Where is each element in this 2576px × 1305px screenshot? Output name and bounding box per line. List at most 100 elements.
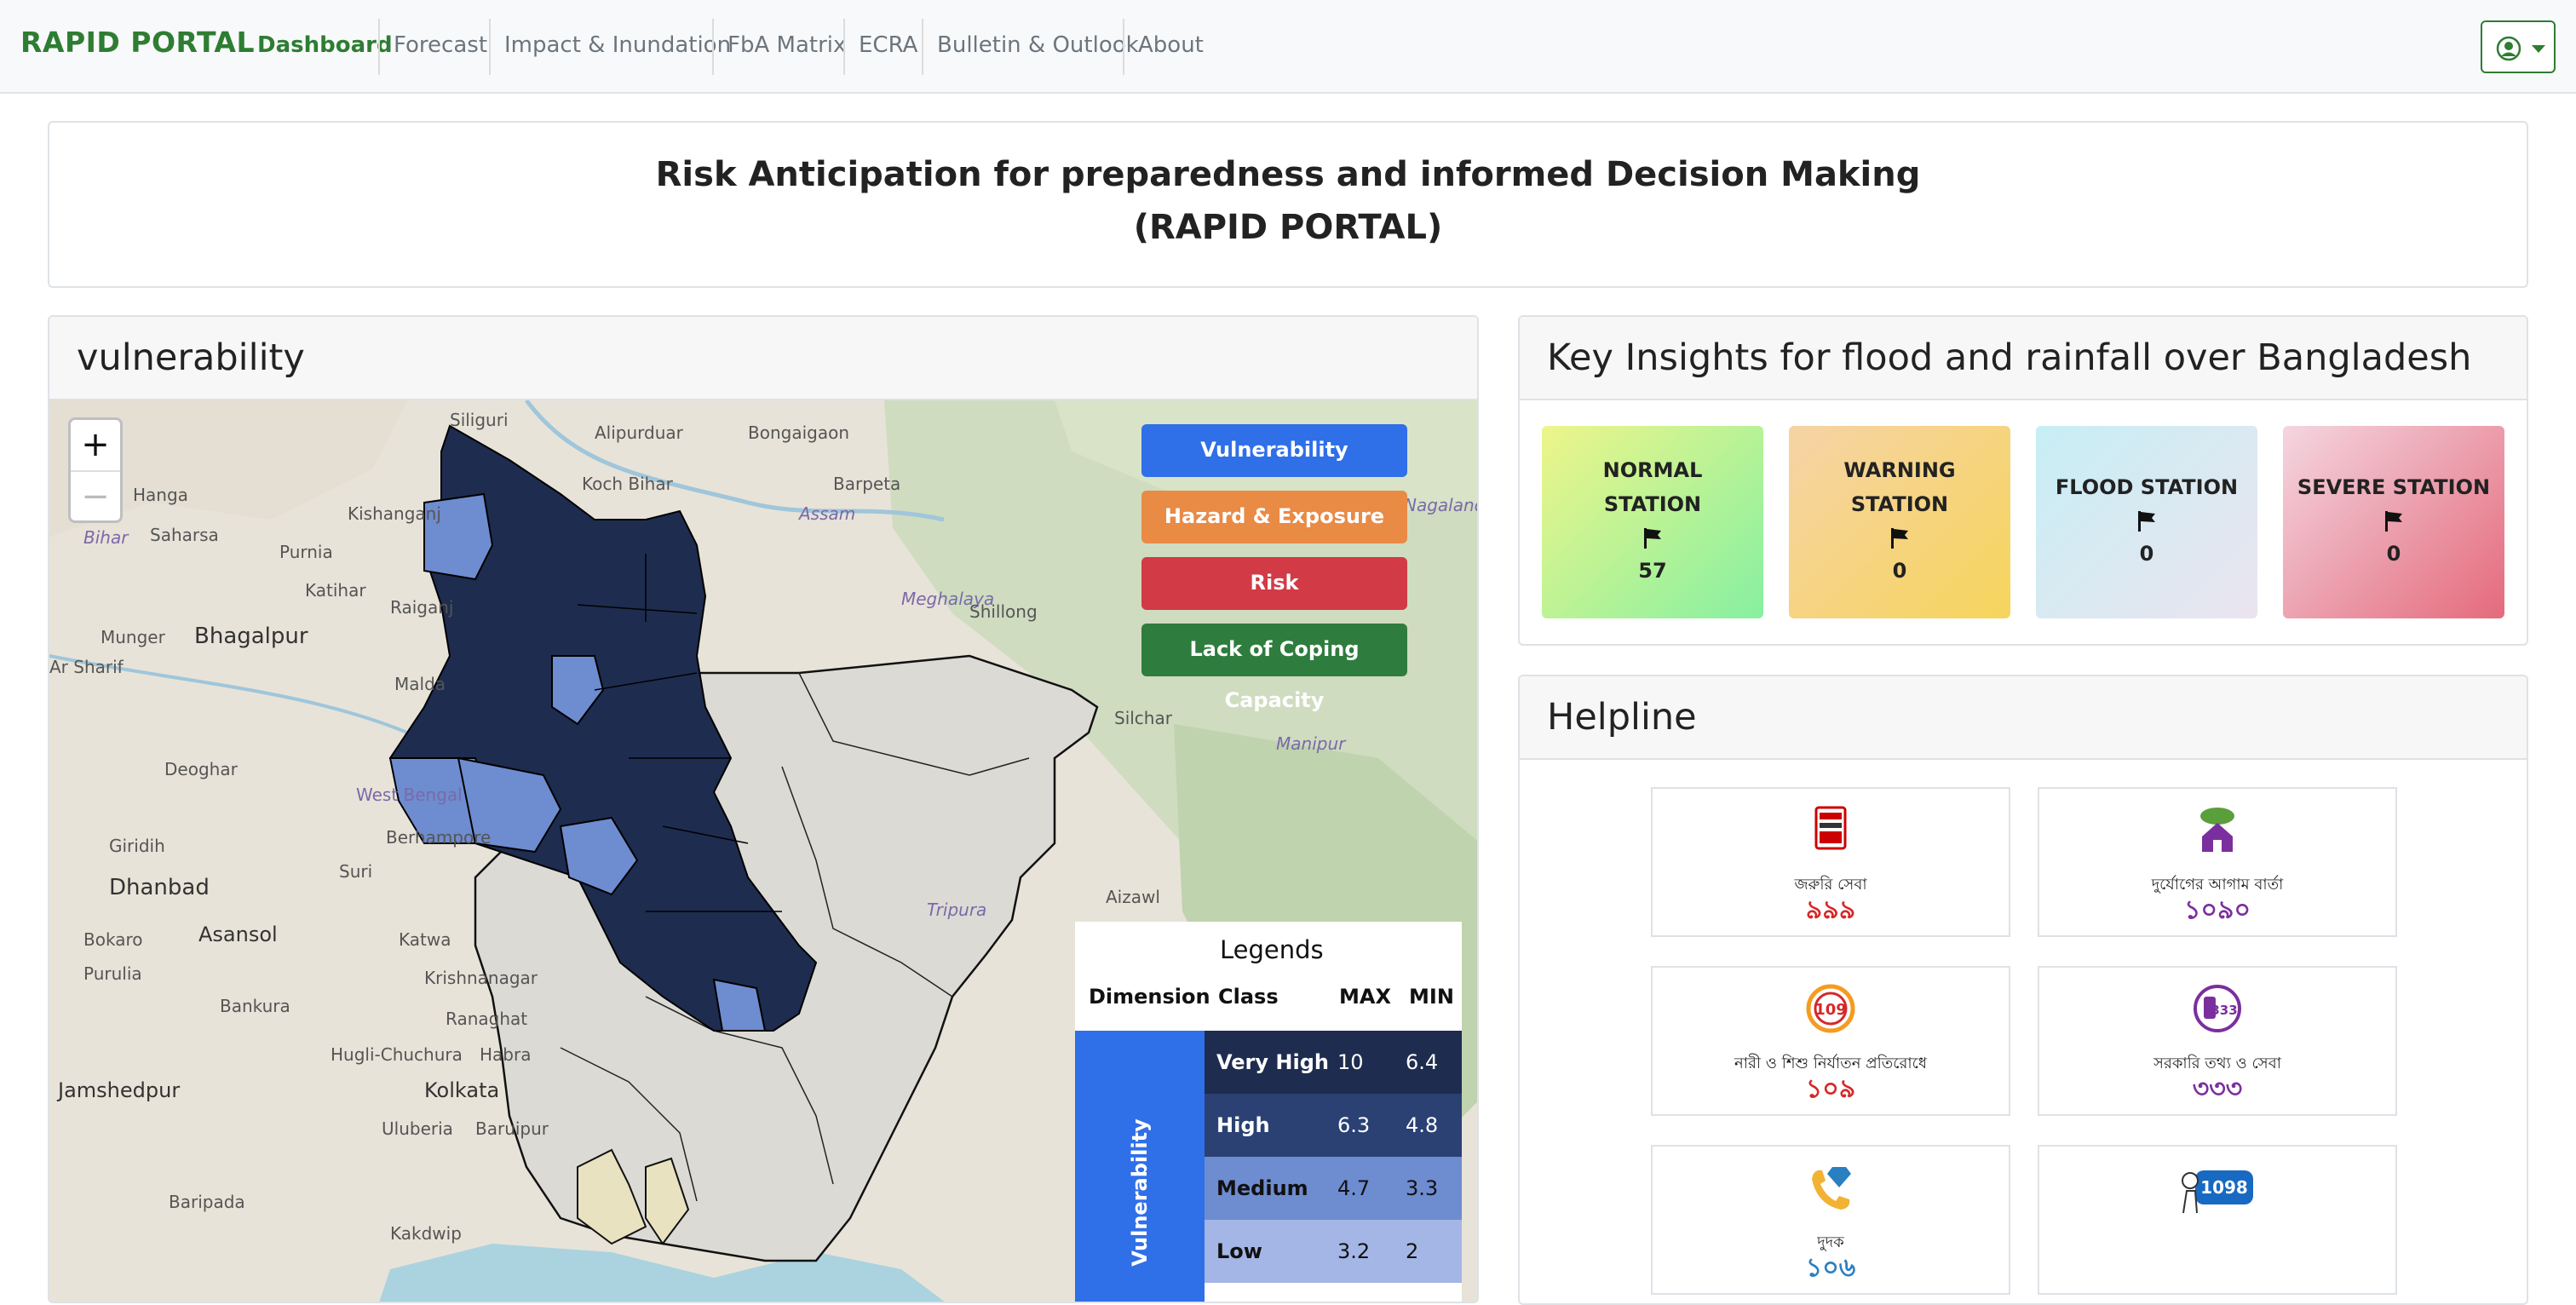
user-circle-icon bbox=[2496, 36, 2521, 61]
coping-capacity-layer-button[interactable]: Lack of Coping Capacity bbox=[1141, 624, 1407, 712]
map-label: Ar Sharif bbox=[49, 657, 124, 677]
legend-class: Very High bbox=[1216, 1050, 1329, 1074]
flood-station-tile[interactable]: FLOOD STATION 0 bbox=[2036, 426, 2257, 618]
nav-dashboard[interactable]: Dashboard bbox=[257, 32, 393, 58]
map-view[interactable]: Siliguri Alipurduar Bongaigaon Kishangan… bbox=[49, 400, 1479, 1302]
child-helpline-1098-icon: 1098 bbox=[2182, 1170, 2253, 1214]
helpline-1098[interactable]: 1098 bbox=[2038, 1145, 2397, 1295]
vulnerability-map-card: vulnerability Siliguri Alipurduar Bongai… bbox=[48, 315, 1479, 1303]
map-label: Deoghar bbox=[164, 759, 239, 779]
station-label: FLOOD STATION bbox=[2055, 475, 2239, 499]
legend-class: Medium bbox=[1216, 1176, 1308, 1200]
hazard-exposure-layer-button[interactable]: Hazard & Exposure bbox=[1141, 491, 1407, 543]
zoom-control: + − bbox=[68, 417, 123, 523]
station-label: STATION bbox=[1603, 492, 1702, 516]
map-label: Alipurduar bbox=[595, 423, 684, 443]
station-label: NORMAL bbox=[1602, 458, 1703, 482]
map-label: Koch Bihar bbox=[582, 474, 674, 494]
flag-icon bbox=[2385, 511, 2402, 532]
helpline-number: ৩৩৩ bbox=[2192, 1074, 2243, 1104]
map-label: Nagaland bbox=[1404, 495, 1479, 515]
station-count: 0 bbox=[1892, 559, 1907, 583]
helpline-number: ১০৬ bbox=[1805, 1253, 1856, 1283]
nav-bulletin-outlook[interactable]: Bulletin & Outlook bbox=[937, 32, 1139, 58]
helpline-109[interactable]: 109 নারী ও শিশু নির্যাতন প্রতিরোধে ১০৯ bbox=[1651, 966, 2010, 1116]
legend-row-high: High 6.3 4.8 bbox=[1205, 1094, 1462, 1157]
anti-corruption-106-icon bbox=[1812, 1167, 1851, 1210]
map-label: Aizawl bbox=[1106, 887, 1160, 907]
map-label: Ranaghat bbox=[446, 1009, 527, 1029]
map-label: Habra bbox=[480, 1044, 531, 1065]
severe-station-tile[interactable]: SEVERE STATION 0 bbox=[2283, 426, 2504, 618]
zoom-out-button[interactable]: − bbox=[71, 470, 120, 520]
normal-station-tile[interactable]: NORMAL STATION 57 bbox=[1542, 426, 1763, 618]
station-count: 57 bbox=[1638, 559, 1667, 583]
legend-max: 6.3 bbox=[1337, 1113, 1371, 1137]
map-label: Uluberia bbox=[382, 1118, 453, 1139]
map-label: Berhampore bbox=[386, 827, 491, 848]
map-label: Giridih bbox=[109, 836, 165, 856]
station-label: SEVERE STATION bbox=[2297, 475, 2491, 499]
icon-text: 1098 bbox=[2200, 1177, 2248, 1198]
chevron-down-icon bbox=[2532, 45, 2545, 53]
legend-title: Legends bbox=[1220, 935, 1324, 964]
map-label: Katihar bbox=[305, 580, 366, 601]
helpline-number: ৯৯৯ bbox=[1805, 895, 1856, 925]
top-navbar: RAPID PORTAL Dashboard Forecast Impact &… bbox=[0, 0, 2576, 94]
map-label: Bankura bbox=[220, 996, 290, 1016]
legend-max: 3.2 bbox=[1337, 1239, 1371, 1263]
map-label: Kolkata bbox=[424, 1078, 499, 1102]
helpline-106[interactable]: দুদক ১০৬ bbox=[1651, 1145, 2010, 1295]
nav-forecast[interactable]: Forecast bbox=[394, 32, 487, 58]
brand-logo[interactable]: RAPID PORTAL bbox=[20, 26, 255, 59]
map-legend: Legends Dimension Class MAX MIN Vulnerab… bbox=[1075, 922, 1462, 1302]
vulnerability-layer-button[interactable]: Vulnerability bbox=[1141, 424, 1407, 477]
flag-icon bbox=[2138, 511, 2155, 532]
zoom-in-button[interactable]: + bbox=[71, 420, 120, 470]
user-menu-button[interactable] bbox=[2481, 20, 2556, 73]
map-label: Manipur bbox=[1276, 733, 1347, 754]
nav-divider bbox=[843, 19, 845, 75]
warning-station-tile[interactable]: WARNING STATION 0 bbox=[1789, 426, 2010, 618]
map-label: Saharsa bbox=[150, 525, 219, 545]
nav-divider bbox=[1123, 19, 1124, 75]
nav-divider bbox=[712, 19, 714, 75]
station-label: WARNING bbox=[1843, 458, 1956, 482]
govt-info-333-icon: 333 bbox=[2194, 985, 2241, 1032]
map-label: Krishnanagar bbox=[424, 968, 538, 988]
legend-min: 4.8 bbox=[1406, 1113, 1439, 1137]
map-label: Malda bbox=[394, 674, 446, 694]
map-label: Jamshedpur bbox=[56, 1078, 180, 1102]
map-label: Purulia bbox=[83, 963, 142, 984]
page-subtitle: (RAPID PORTAL) bbox=[1133, 208, 1443, 247]
nav-ecra[interactable]: ECRA bbox=[859, 32, 917, 58]
map-label: Assam bbox=[797, 503, 855, 524]
helpline-1090[interactable]: দুর্যোগের আগাম বার্তা ১০৯০ bbox=[2038, 787, 2397, 937]
nav-about[interactable]: About bbox=[1138, 32, 1204, 58]
map-label: Purnia bbox=[279, 542, 333, 562]
flag-icon bbox=[1644, 528, 1661, 549]
nav-fba-matrix[interactable]: FbA Matrix bbox=[727, 32, 846, 58]
flag-icon bbox=[1891, 528, 1908, 549]
helpline-999[interactable]: জরুরি সেবা ৯৯৯ bbox=[1651, 787, 2010, 937]
legend-dimension-label: Vulnerability bbox=[1128, 1118, 1152, 1267]
help-desk-999-icon bbox=[1814, 806, 1847, 850]
nav-impact-inundation[interactable]: Impact & Inundation bbox=[504, 32, 731, 58]
legend-class: Low bbox=[1216, 1239, 1262, 1263]
risk-layer-button[interactable]: Risk bbox=[1141, 557, 1407, 610]
legend-min: 3.3 bbox=[1406, 1176, 1439, 1200]
page-title: Risk Anticipation for preparedness and i… bbox=[655, 155, 1921, 194]
map-label: Baruipur bbox=[475, 1118, 549, 1139]
map-label: Siliguri bbox=[450, 410, 509, 430]
map-card-header: vulnerability bbox=[49, 317, 1477, 400]
legend-header-min: MIN bbox=[1409, 985, 1454, 1009]
legend-header-dimension: Dimension bbox=[1089, 985, 1210, 1009]
map-label: Bokaro bbox=[83, 929, 142, 950]
map-label: Dhanbad bbox=[109, 875, 210, 900]
helpline-333[interactable]: 333 সরকারি তথ্য ও সেবা ৩৩৩ bbox=[2038, 966, 2397, 1116]
station-label: STATION bbox=[1850, 492, 1949, 516]
women-child-109-icon: 109 bbox=[1806, 984, 1855, 1033]
nav-divider bbox=[922, 19, 923, 75]
key-insights-card: Key Insights for flood and rainfall over… bbox=[1518, 315, 2528, 646]
svg-text:333: 333 bbox=[2211, 1003, 2237, 1018]
